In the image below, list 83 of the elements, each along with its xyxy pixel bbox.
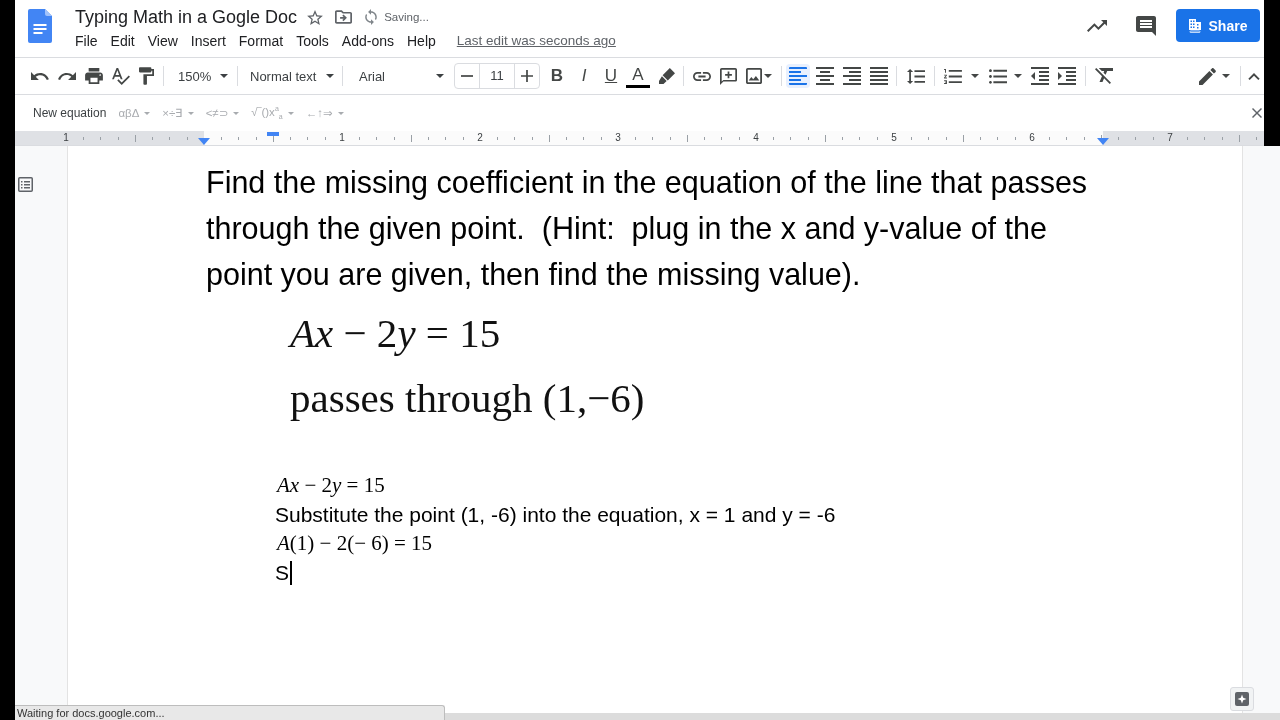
pencil-icon[interactable] [1199,67,1216,85]
ruler-number: 1 [62,131,70,145]
caret-icon [233,111,240,115]
align-center-icon[interactable] [816,67,834,85]
building-icon [1188,18,1201,33]
plus-icon[interactable] [521,70,533,82]
text-line: passes through (1,−6) [290,374,645,423]
menu-item[interactable]: View [147,31,178,51]
ruler-number: 1 [338,131,346,145]
caret-icon [436,74,444,78]
align-right-icon[interactable] [843,67,861,85]
status-bubble: Waiting for docs.google.com... [15,705,445,720]
caret-icon[interactable] [971,74,979,78]
undo-icon[interactable] [31,72,49,80]
menu-item[interactable]: File [75,31,98,51]
comment-icon[interactable] [1136,15,1156,36]
caret-icon [220,74,228,78]
paragraph: Find the missing coefficient in the equation of the line that passes through the given point. (Hint: plug in the x and y-value of the point you are given, then find the missing value). [206,164,1089,294]
menu-item[interactable]: Add-ons [341,31,394,51]
marker-icon[interactable] [659,68,675,84]
explore-button[interactable] [1230,687,1254,711]
menu-item[interactable]: Format [238,31,284,51]
caret-icon[interactable] [1014,74,1022,78]
share-button[interactable]: Share [1176,9,1260,42]
text-color-button[interactable]: A [626,64,650,88]
print-icon[interactable] [85,68,103,84]
star-icon[interactable] [307,9,324,25]
equation: Ax − 2y = 15 [277,473,385,497]
menu-item[interactable]: Edit [110,31,135,51]
decrease-indent-icon[interactable] [1031,67,1049,85]
style-select[interactable]: Normal text [243,64,338,88]
new-equation-button[interactable]: New equation [33,106,107,120]
text-line: S [275,561,289,584]
equation: Ax − 2y = 15 [290,309,501,358]
italic-button[interactable]: I [572,64,596,88]
line-spacing-icon[interactable] [907,68,925,84]
align-justify-icon[interactable] [870,67,888,85]
ruler-number: 2 [476,131,484,145]
font-size-stepper[interactable]: 11 [454,63,540,89]
caret-icon [287,111,294,115]
chevron-up-icon[interactable] [1248,72,1260,80]
menu-item[interactable]: Tools [296,31,329,51]
folder-icon[interactable] [335,10,353,24]
ruler-number: 4 [752,131,760,145]
add-comment-icon[interactable] [720,67,737,85]
align-left-icon[interactable] [786,64,810,88]
caret-icon [144,111,151,115]
redo-icon[interactable] [58,72,76,80]
image-icon[interactable] [746,68,762,84]
save-status: Saving... [384,11,429,23]
menu-item[interactable]: Insert [190,31,226,51]
bulleted-list-icon[interactable] [989,68,1007,84]
numbered-list-icon[interactable] [944,68,962,84]
font-select[interactable]: Arial [348,64,446,88]
sync-icon [365,9,378,25]
caret-icon [187,111,194,115]
document-title[interactable]: Typing Math in a Gogle Doc [75,4,298,30]
zoom-select[interactable]: 150% [169,64,233,88]
menu-item[interactable]: Help [407,31,436,51]
equation: A(1) − 2(− 6) = 15 [277,531,433,555]
trend-line-icon[interactable] [1087,19,1107,32]
caret-icon [337,111,344,115]
docs-logo-icon[interactable] [28,9,52,43]
caret-icon[interactable] [1222,74,1230,78]
bold-button[interactable]: B [545,64,569,88]
underline-button[interactable]: U [599,64,623,88]
text-line: Substitute the point (1, -6) into the equation, x = 1 and y = -6 [275,503,836,526]
clear-formatting-icon[interactable] [1095,68,1113,84]
caret-icon[interactable] [764,74,772,78]
caret-icon [326,74,334,78]
increase-indent-icon[interactable] [1058,67,1076,85]
outline-list-icon[interactable] [18,177,33,192]
spellcheck-icon[interactable] [112,67,130,85]
ruler-number: 3 [614,131,622,145]
link-icon[interactable] [693,71,711,81]
last-edit-link[interactable]: Last edit was seconds ago [456,31,616,51]
paint-roller-icon[interactable] [139,67,154,85]
font-size-field[interactable]: 11 [479,64,515,88]
sparkle-icon [1235,692,1249,706]
ruler-number: 7 [1166,131,1174,145]
ruler-number: 5 [890,131,898,145]
close-icon[interactable] [1252,108,1262,118]
ruler-number: 6 [1028,131,1036,145]
